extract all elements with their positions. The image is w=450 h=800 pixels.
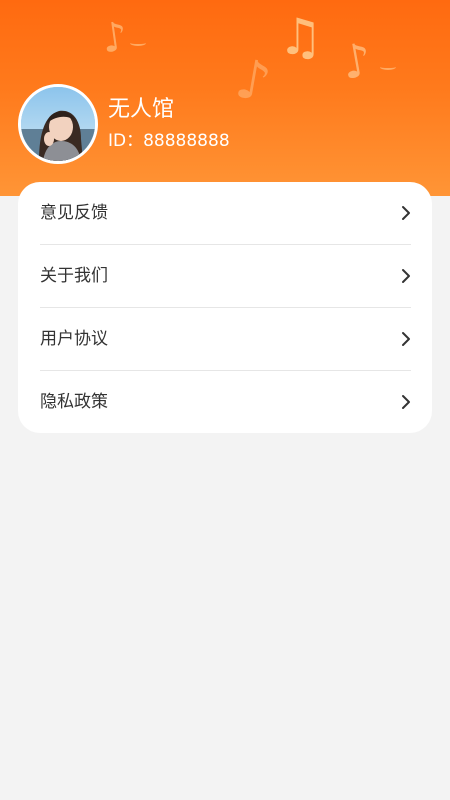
squiggle-decoration [130, 40, 146, 46]
menu-item-about-us[interactable]: 关于我们 [40, 245, 411, 308]
chevron-right-icon [402, 269, 410, 283]
user-id: ID：88888888 [108, 131, 230, 151]
avatar-photo [21, 87, 95, 161]
menu-item-label: 用户协议 [40, 329, 108, 349]
menu-item-label: 意见反馈 [40, 203, 108, 223]
chevron-right-icon [402, 206, 410, 220]
chevron-right-icon [402, 332, 410, 346]
music-note-icon: ♪ [98, 13, 131, 63]
profile-header: ♪ ♫ ♪ ♪ 无人馆 ID：88888888 [0, 0, 450, 196]
menu-item-label: 关于我们 [40, 266, 108, 286]
avatar[interactable] [18, 84, 98, 164]
username: 无人馆 [108, 97, 175, 122]
music-note-icon: ♫ [278, 8, 323, 66]
chevron-right-icon [402, 395, 410, 409]
menu-item-label: 隐私政策 [40, 392, 108, 412]
music-note-icon: ♪ [337, 31, 376, 91]
settings-menu: 意见反馈 关于我们 用户协议 隐私政策 [18, 182, 432, 433]
music-note-icon: ♪ [230, 46, 276, 115]
squiggle-decoration [380, 64, 396, 70]
menu-item-user-agreement[interactable]: 用户协议 [40, 308, 411, 371]
menu-item-feedback[interactable]: 意见反馈 [40, 182, 411, 245]
menu-item-privacy-policy[interactable]: 隐私政策 [40, 371, 411, 433]
